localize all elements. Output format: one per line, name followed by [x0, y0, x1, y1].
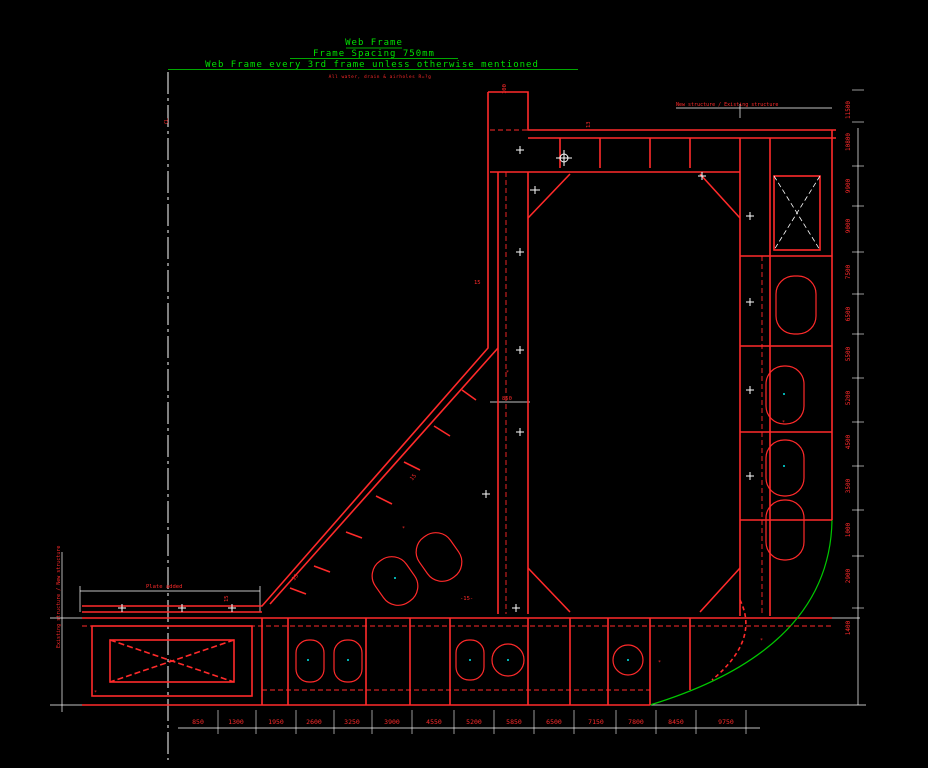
horizontal-dimension-label: 7800 [628, 718, 644, 726]
horizontal-dimension-label: 1950 [268, 718, 284, 726]
plate-thickness-13: 13 [586, 121, 592, 128]
title-line-2: Frame Spacing 750mm [313, 49, 435, 59]
svg-text:*: * [506, 370, 509, 376]
title-line-1: Web Frame [345, 38, 403, 48]
svg-text:*: * [658, 660, 661, 666]
width-dimension-850: 850 [502, 396, 512, 402]
vertical-dimension-label: 3500 [845, 478, 852, 493]
horizontal-dimension-label: 850 [192, 718, 204, 726]
lightening-hole [765, 499, 805, 561]
plate-thickness-15-a: 15 [474, 280, 481, 286]
vertical-dimension-label: 10800 [845, 133, 852, 151]
hull-structure [82, 91, 836, 706]
lightening-hole [775, 275, 817, 335]
horizontal-dimension-label: 6500 [546, 718, 562, 726]
lightening-hole [371, 556, 419, 606]
vertical-dimension-label: 1000 [845, 522, 852, 537]
plate-thickness-100: 100 [502, 84, 508, 94]
vertical-dimension-label: 5500 [845, 346, 852, 361]
dimension-lines [50, 104, 866, 729]
vertical-dimension-label: 5200 [845, 390, 852, 405]
vertical-dimension-label: 7500 [845, 264, 852, 279]
cursor-crosshair-icon[interactable] [556, 150, 572, 166]
notes: New structure / Existing structure Plate… [56, 84, 778, 648]
horizontal-dimension-label: 2600 [306, 718, 322, 726]
horizontal-dimension-label: 9750 [718, 718, 734, 726]
vertical-dimension-label: 6500 [845, 306, 852, 321]
svg-text:*: * [402, 526, 405, 532]
horizontal-dimension-label: 1300 [228, 718, 244, 726]
plate-thickness-15-c: 15 [291, 573, 300, 582]
horizontal-dimension-label: 3900 [384, 718, 400, 726]
note-new-existing: New structure / Existing structure [676, 102, 778, 108]
plate-thickness-15-e: -15- [460, 596, 473, 602]
vertical-dimension-label: 11500 [845, 101, 852, 119]
vertical-dimension-label: 4500 [845, 434, 852, 449]
svg-text:*: * [760, 638, 763, 644]
title-block: Web Frame Frame Spacing 750mm Web Frame … [168, 38, 578, 80]
vertical-dimension-label: 9000 [845, 218, 852, 233]
plate-thickness-15-b: 15 [409, 473, 418, 482]
section-markers [118, 146, 754, 612]
vertical-dimension-chain: 1400 2900 1000 3500 4500 5200 5500 6500 7500 9000… [845, 89, 864, 635]
lightening-hole [765, 439, 805, 497]
horizontal-dimension-label: 5850 [506, 718, 522, 726]
lightening-hole [765, 365, 805, 425]
note-existing-structure: Existing structure / New structure [56, 546, 62, 648]
note-plate-added: Plate added [146, 584, 182, 590]
horizontal-dimension-label: 4550 [426, 718, 442, 726]
svg-text:*: * [782, 420, 785, 426]
horizontal-dimension-label: 7150 [588, 718, 604, 726]
plate-thickness-15-d: 15 [224, 595, 230, 602]
svg-text:*: * [94, 690, 97, 696]
cad-drawing-canvas[interactable]: Web Frame Frame Spacing 750mm Web Frame … [0, 0, 928, 768]
lightening-hole [415, 532, 463, 582]
horizontal-dimension-label: 3250 [344, 718, 360, 726]
centerline: CL [164, 72, 170, 760]
title-line-3: Web Frame every 3rd frame unless otherwi… [205, 60, 539, 70]
centerline-label: CL [164, 118, 170, 124]
horizontal-dimension-label: 8450 [668, 718, 684, 726]
lightening-hole [295, 639, 325, 683]
horizontal-dimension-chain: 850 1300 1950 2600 3250 3900 4550 5200 5850 6500 7… [192, 710, 747, 734]
vertical-dimension-label: 2900 [845, 568, 852, 583]
vertical-dimension-label: 9900 [845, 178, 852, 193]
vertical-dimension-label: 1400 [845, 620, 852, 635]
title-line-4: All water, drain & airholes R=?g [329, 74, 432, 80]
horizontal-dimension-label: 5200 [466, 718, 482, 726]
